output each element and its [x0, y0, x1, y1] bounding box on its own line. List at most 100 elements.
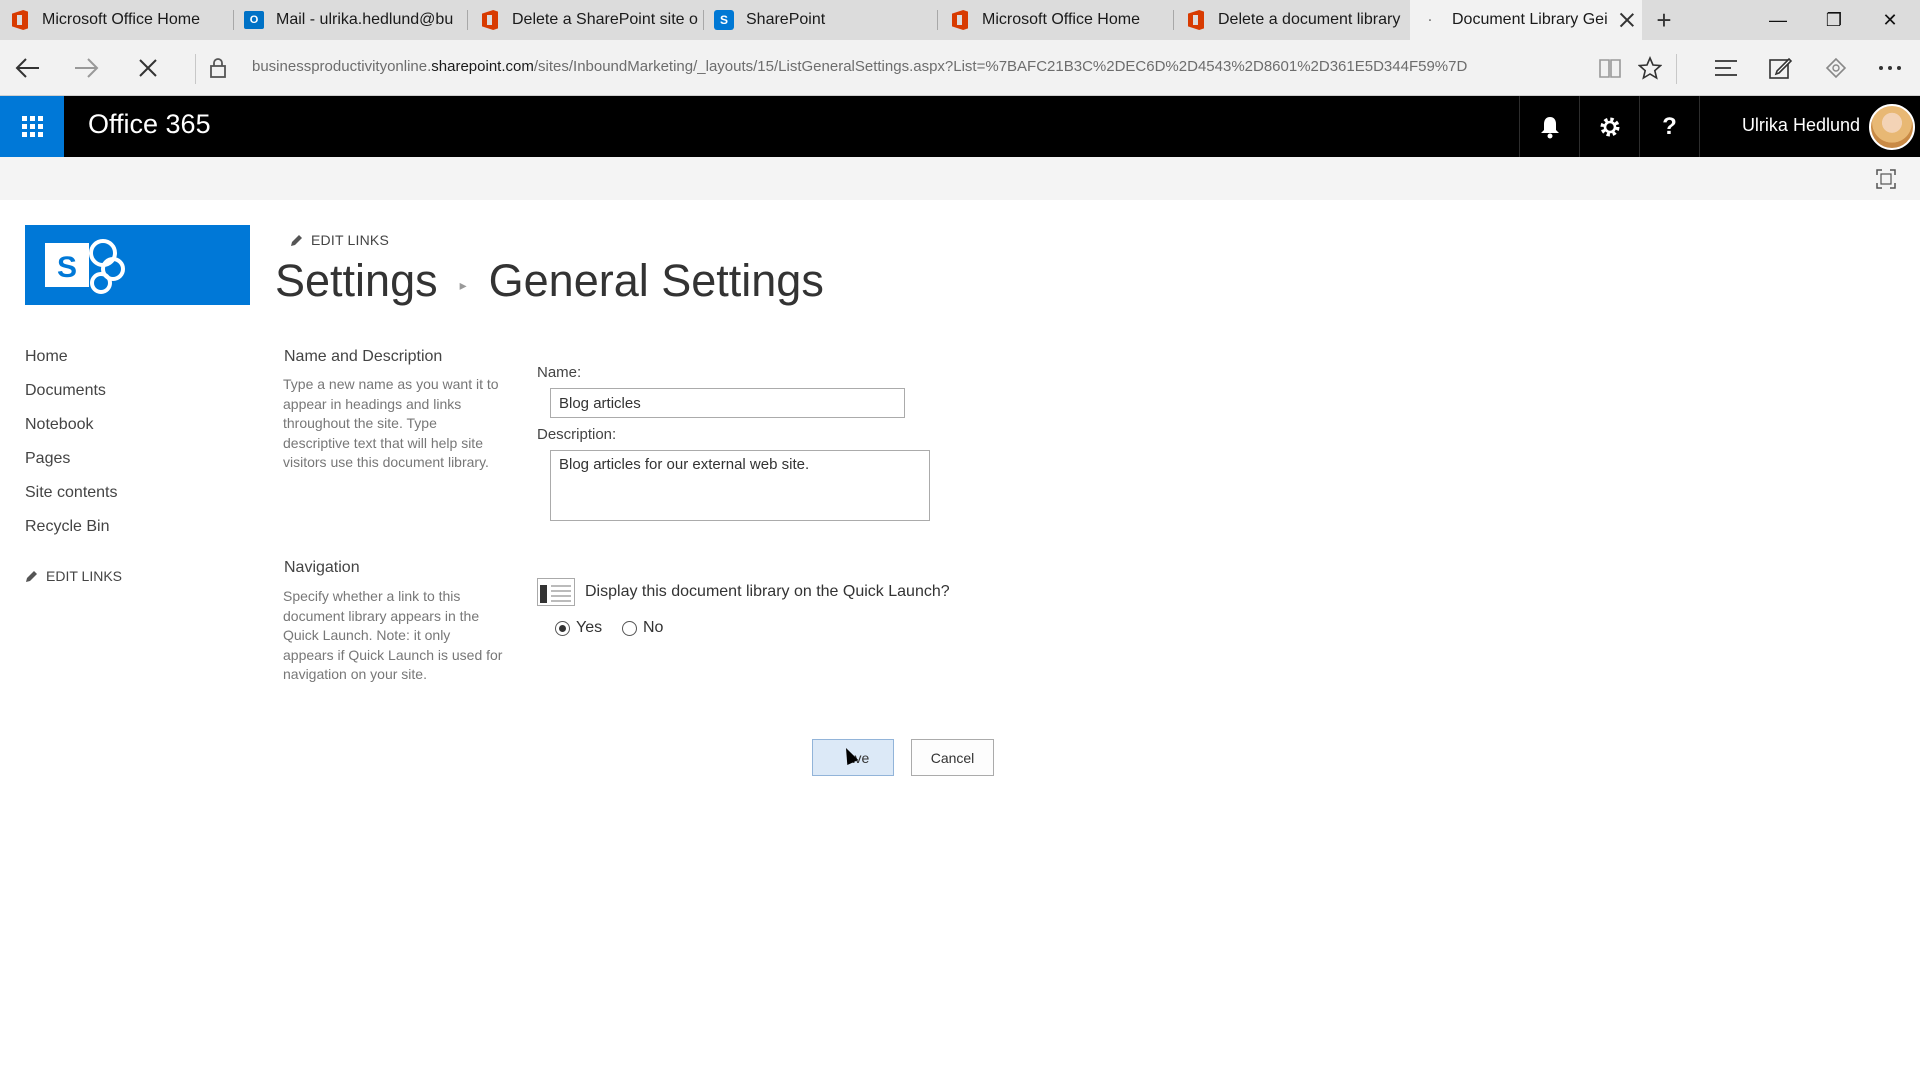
- browser-tab[interactable]: Delete a document library: [1176, 0, 1408, 40]
- breadcrumb-current: General Settings: [488, 255, 824, 306]
- section-title-navigation: Navigation: [284, 559, 360, 576]
- bell-icon: [1540, 116, 1559, 138]
- ribbon-bar: [0, 157, 1920, 200]
- tab-title: Microsoft Office Home: [42, 11, 200, 28]
- description-label: Description:: [537, 426, 617, 443]
- share-icon[interactable]: [1816, 48, 1856, 88]
- close-icon: [139, 59, 157, 77]
- app-launcher-icon[interactable]: [0, 96, 64, 157]
- help-button[interactable]: ?: [1639, 96, 1699, 157]
- tab-title: Delete a document library: [1218, 11, 1401, 28]
- url-path: /sites/InboundMarketing/_layouts/15/List…: [533, 58, 1468, 75]
- tab-title: Microsoft Office Home: [982, 11, 1140, 28]
- pencil-icon: [291, 234, 302, 246]
- quick-launch-item-home[interactable]: Home: [25, 346, 118, 380]
- section-description-name: Type a new name as you want it to appear…: [283, 376, 499, 470]
- forward-arrow-icon: [75, 58, 99, 78]
- notifications-button[interactable]: [1519, 96, 1579, 157]
- back-button[interactable]: [8, 48, 48, 88]
- office-icon: [1186, 9, 1206, 31]
- radio-yes[interactable]: Yes: [555, 619, 602, 637]
- web-note-icon[interactable]: [1760, 48, 1800, 88]
- page-title: Settings ▸ General Settings: [275, 255, 824, 307]
- url-prefix: businessproductivityonline.: [252, 58, 432, 75]
- radio-button[interactable]: [622, 620, 637, 636]
- edit-links-top[interactable]: EDIT LINKS: [290, 232, 389, 248]
- cancel-button[interactable]: Cancel: [911, 739, 994, 776]
- tab-separator: [1173, 10, 1174, 30]
- breadcrumb-settings[interactable]: Settings: [275, 255, 438, 307]
- section-description-navigation: Specify whether a link to this document …: [283, 588, 503, 682]
- edit-links-label: EDIT LINKS: [46, 568, 122, 584]
- edit-links-label: EDIT LINKS: [311, 232, 389, 248]
- divider: [1676, 54, 1677, 84]
- browser-tab[interactable]: Microsoft Office Home: [0, 0, 230, 40]
- radio-yes-label: Yes: [576, 619, 603, 636]
- gear-icon: [1600, 117, 1619, 136]
- quick-launch-icon: [537, 578, 575, 606]
- quick-launch: Home Documents Notebook Pages Site conte…: [25, 346, 118, 550]
- browser-tab[interactable]: O Mail - ulrika.hedlund@bu: [234, 0, 465, 40]
- svg-text:S: S: [57, 251, 77, 284]
- quick-launch-item-recycle-bin[interactable]: Recycle Bin: [25, 516, 118, 550]
- edit-links-quick-launch[interactable]: EDIT LINKS: [25, 568, 122, 584]
- description-textarea[interactable]: Blog articles for our external web site.: [550, 450, 930, 521]
- browser-tab[interactable]: S SharePoint: [704, 0, 936, 40]
- office365-suite-bar: Office 365 ? Ulrika Hedlund: [0, 96, 1920, 157]
- name-label: Name:: [537, 364, 582, 381]
- favorite-star-icon[interactable]: [1630, 48, 1670, 88]
- question-mark-icon: ?: [1662, 112, 1677, 140]
- office-icon: [950, 9, 970, 31]
- radio-no[interactable]: No: [622, 619, 663, 637]
- hub-icon[interactable]: [1706, 48, 1746, 88]
- loading-icon: ⋅: [1427, 11, 1433, 28]
- user-name[interactable]: Ulrika Hedlund: [1742, 115, 1860, 136]
- reading-view-icon[interactable]: [1590, 48, 1630, 88]
- new-tab-button[interactable]: +: [1652, 0, 1676, 40]
- stop-loading-button[interactable]: [128, 48, 168, 88]
- lock-icon[interactable]: [198, 48, 238, 88]
- section-title-name-description: Name and Description: [284, 348, 443, 365]
- office-icon: [10, 9, 30, 31]
- office-icon: [480, 9, 500, 31]
- outlook-icon: O: [244, 9, 264, 31]
- settings-button[interactable]: [1579, 96, 1639, 157]
- breadcrumb-separator-icon: ▸: [459, 276, 467, 293]
- back-arrow-icon: [15, 58, 39, 78]
- tab-title: SharePoint: [746, 11, 826, 28]
- tab-separator: [467, 10, 468, 30]
- focus-on-content-icon[interactable]: [1876, 169, 1896, 189]
- browser-navbar: businessproductivityonline.sharepoint.co…: [0, 40, 1920, 96]
- divider: [1699, 96, 1700, 157]
- avatar[interactable]: [1869, 104, 1915, 150]
- quick-launch-item-site-contents[interactable]: Site contents: [25, 482, 118, 516]
- browser-tab-strip: Microsoft Office Home O Mail - ulrika.he…: [0, 0, 1920, 40]
- tab-title: Document Library Gei: [1452, 11, 1608, 28]
- sharepoint-icon: S: [714, 9, 734, 31]
- quick-launch-item-notebook[interactable]: Notebook: [25, 414, 118, 448]
- sharepoint-logo-icon: S: [45, 239, 125, 294]
- quick-launch-question: Display this document library on the Qui…: [585, 583, 950, 600]
- address-bar-url[interactable]: businessproductivityonline.sharepoint.co…: [252, 58, 1532, 75]
- restore-button[interactable]: ❐: [1806, 0, 1862, 40]
- close-tab-icon[interactable]: [1620, 13, 1634, 27]
- close-window-button[interactable]: ✕: [1862, 0, 1918, 40]
- browser-tab[interactable]: Microsoft Office Home: [940, 0, 1172, 40]
- tab-separator: [937, 10, 938, 30]
- quick-launch-item-pages[interactable]: Pages: [25, 448, 118, 482]
- site-logo[interactable]: S: [25, 225, 250, 305]
- more-options-icon[interactable]: [1870, 48, 1910, 88]
- browser-tab-active[interactable]: ⋅ Document Library Gei: [1410, 0, 1642, 40]
- quick-launch-item-documents[interactable]: Documents: [25, 380, 118, 414]
- radio-no-label: No: [643, 619, 664, 636]
- minimize-button[interactable]: —: [1750, 0, 1806, 40]
- tab-title: Mail - ulrika.hedlund@bu: [276, 11, 454, 28]
- name-input[interactable]: [550, 388, 905, 418]
- forward-button[interactable]: [66, 48, 106, 88]
- divider: [195, 54, 196, 84]
- browser-tab[interactable]: Delete a SharePoint site o: [470, 0, 702, 40]
- office365-brand[interactable]: Office 365: [88, 109, 211, 140]
- url-domain: sharepoint.com: [431, 58, 534, 75]
- tab-title: Delete a SharePoint site o: [512, 11, 698, 28]
- radio-button-selected[interactable]: [555, 620, 570, 636]
